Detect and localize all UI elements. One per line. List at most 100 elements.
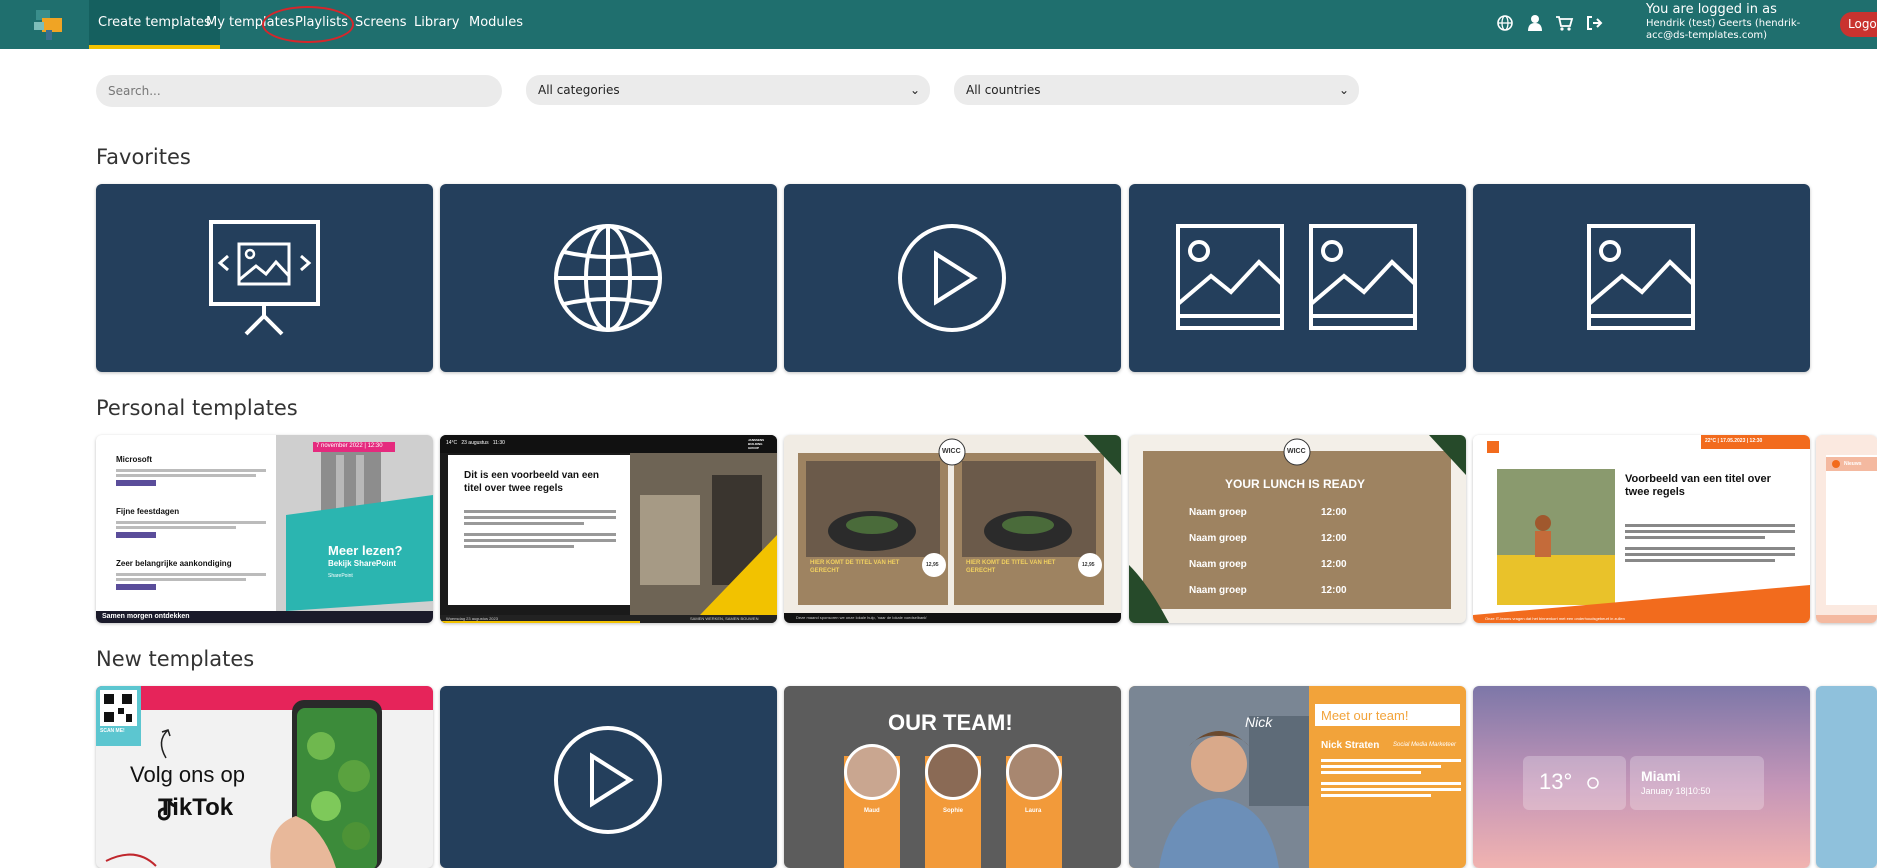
template-ticker: Onze IT-teams vragen dat het binnenkort …	[1485, 616, 1625, 621]
lunch-row: Naam groep 12:00	[1189, 533, 1409, 555]
template-logo: WICC	[1287, 448, 1306, 455]
template-date: 7 november 2022 | 12:30	[316, 443, 383, 449]
template-corner-brand: JANSSENS BUILDING GROUP	[748, 438, 765, 450]
template-item-text	[116, 571, 276, 593]
sign-out-icon[interactable]	[1584, 13, 1604, 33]
template-temp: 14°C	[446, 440, 458, 446]
top-navigation-bar: Create templates My templates Playlists …	[0, 0, 1877, 49]
chevron-down-icon: ⌄	[909, 83, 920, 97]
template-time: 11:30	[492, 440, 505, 446]
template-person: Nick Straten	[1321, 740, 1380, 751]
new-template-video[interactable]	[440, 686, 777, 868]
template-body-text	[1625, 521, 1795, 565]
template-label: Nieuws	[1844, 461, 1862, 467]
new-template-meet-our-team[interactable]: Nick Meet our team! Nick Straten Social …	[1129, 686, 1466, 868]
template-footer: Samen morgen ontdekken	[102, 613, 190, 620]
template-cta-sub: Bekijk SharePoint	[328, 559, 397, 568]
favorite-card-two-images[interactable]	[1129, 184, 1466, 372]
personal-template-greenhouse[interactable]: 22°C | 17.05.2023 | 12:30 Voorbeeld van …	[1473, 435, 1810, 623]
favorites-heading: Favorites	[96, 145, 191, 169]
favorite-card-video[interactable]	[784, 184, 1121, 372]
template-title: Voorbeeld van een titel over twee regels	[1625, 473, 1771, 498]
play-icon	[898, 224, 1006, 332]
template-item-1: Microsoft	[116, 455, 152, 464]
template-title: Dit is een voorbeeld van een titel over …	[464, 470, 600, 494]
template-header: 22°C | 17.05.2023 | 12:30	[1705, 438, 1763, 444]
lunch-row: Naam groep 12:00	[1189, 559, 1409, 581]
cart-icon[interactable]	[1554, 13, 1574, 33]
template-title: OUR TEAM!	[888, 710, 1013, 735]
new-template-weather[interactable]: 13° Miami January 18|10:50	[1473, 686, 1810, 868]
template-script-name: Nick	[1245, 714, 1273, 730]
template-date: January 18|10:50	[1641, 786, 1711, 796]
template-scan: SCAN ME!	[100, 728, 125, 734]
team-member-3: Laura	[1025, 808, 1042, 814]
personal-template-building[interactable]: 14°C 23 augustus 11:30 JANSSENS BUILDING…	[440, 435, 777, 623]
template-cta: Meer lezen?	[328, 543, 403, 558]
app-logo[interactable]	[30, 4, 70, 42]
template-heading: YOUR LUNCH IS READY	[1225, 477, 1366, 491]
template-temp: 13°	[1539, 769, 1573, 794]
new-template-partial[interactable]	[1816, 686, 1877, 868]
template-logo: WICC	[942, 448, 961, 455]
lunch-group: Naam groep	[1189, 559, 1247, 570]
personal-template-menu[interactable]: WICC HIER KOMT DE TITEL VAN HET GERECHT …	[784, 435, 1121, 623]
double-image-icon	[1176, 224, 1417, 330]
globe-icon[interactable]	[1495, 13, 1515, 33]
personal-template-news[interactable]: Nieuws	[1816, 435, 1877, 623]
country-select[interactable]: All countries ⌄	[954, 75, 1359, 105]
template-footer-left: Woensdag 23 augustus 2023	[446, 616, 498, 621]
favorite-card-website[interactable]	[440, 184, 777, 372]
new-template-tiktok[interactable]: SCAN ME! Volg ons op TikTok	[96, 686, 433, 868]
nav-modules[interactable]: Modules	[460, 0, 532, 49]
template-item-text	[116, 467, 276, 489]
template-brand: SharePoint	[328, 573, 353, 579]
team-member-1: Maud	[864, 808, 880, 814]
template-item-3: Zeer belangrijke aankondiging	[116, 559, 232, 568]
nav-library[interactable]: Library	[405, 0, 468, 49]
template-price-right: 12,95	[1082, 562, 1095, 568]
template-footer-right: SAMEN WERKEN, SAMEN BOUWEN	[690, 616, 759, 621]
template-background	[784, 435, 1121, 623]
tiktok-icon	[158, 799, 178, 821]
lunch-time: 12:00	[1321, 507, 1347, 518]
globe-icon	[554, 224, 662, 332]
search-input[interactable]	[96, 75, 502, 107]
personal-templates-heading: Personal templates	[96, 396, 298, 420]
favorite-card-image[interactable]	[1473, 184, 1810, 372]
category-select-value: All categories	[538, 83, 620, 97]
favorite-card-presentation[interactable]	[96, 184, 433, 372]
login-info: You are logged in as Hendrik (test) Geer…	[1646, 2, 1836, 42]
logout-button[interactable]: Logout	[1840, 12, 1877, 37]
lunch-time: 12:00	[1321, 559, 1347, 570]
annotation-circle	[262, 6, 354, 43]
team-member-2: Sophie	[943, 808, 964, 814]
template-role: Social Media Marketeer	[1393, 742, 1457, 748]
lunch-row: Naam groep 12:00	[1189, 585, 1409, 607]
template-item-2: Fijne feestdagen	[116, 507, 180, 516]
category-select[interactable]: All categories ⌄	[526, 75, 930, 105]
template-body-text	[1321, 756, 1461, 800]
lunch-group: Naam groep	[1189, 507, 1247, 518]
template-ticker: Deze maand sponsoren we onze lokale hulp…	[796, 615, 928, 620]
lunch-time: 12:00	[1321, 585, 1347, 596]
template-city: Miami	[1641, 768, 1681, 784]
template-title: Meet our team!	[1321, 708, 1409, 723]
lunch-time: 12:00	[1321, 533, 1347, 544]
lunch-row: Naam groep 12:00	[1189, 507, 1409, 529]
login-user: Hendrik (test) Geerts (hendrik-acc@ds-te…	[1646, 18, 1801, 41]
new-template-our-team[interactable]: OUR TEAM! Maud Sophie Laura	[784, 686, 1121, 868]
template-body-text	[464, 507, 616, 551]
login-title: You are logged in as	[1646, 2, 1777, 17]
presentation-icon	[209, 220, 320, 336]
template-weather: 14°C 23 augustus 11:30	[446, 440, 505, 446]
template-caption-left: HIER KOMT DE TITEL VAN HET GERECHT	[810, 560, 900, 574]
personal-template-sharepoint[interactable]: 7 november 2022 | 12:30 Microsoft Fijne …	[96, 435, 433, 623]
personal-template-lunch[interactable]: WICC YOUR LUNCH IS READY Naam groep 12:0…	[1129, 435, 1466, 623]
chevron-down-icon: ⌄	[1338, 83, 1349, 97]
user-icon[interactable]	[1525, 13, 1545, 33]
new-templates-heading: New templates	[96, 647, 255, 671]
template-caption-right: HIER KOMT DE TITEL VAN HET GERECHT	[966, 560, 1056, 574]
play-icon	[554, 726, 662, 834]
template-item-text	[116, 519, 276, 541]
